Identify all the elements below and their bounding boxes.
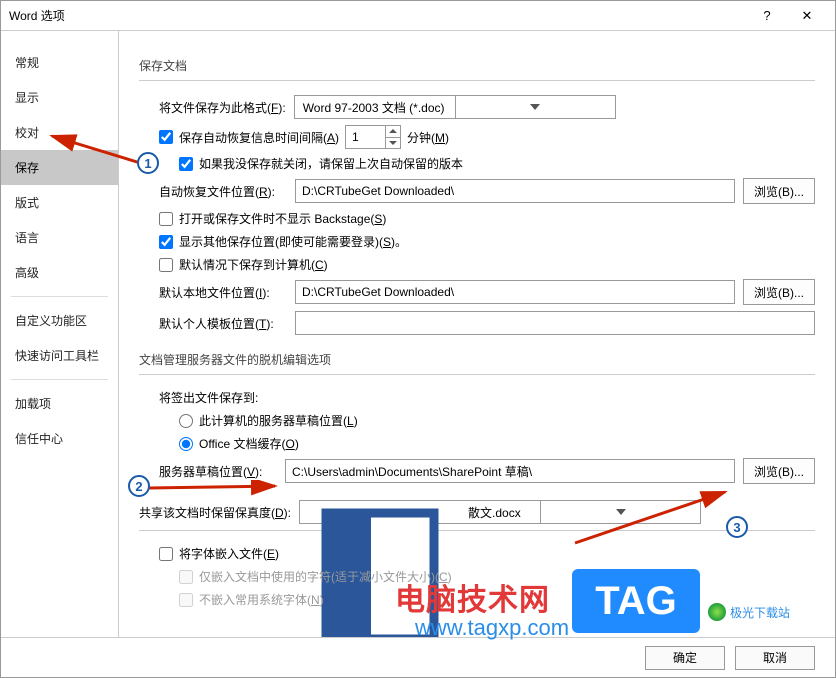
chevron-up-icon[interactable] <box>386 126 400 138</box>
save-local-label: 默认情况下保存到计算机(C) <box>179 256 328 273</box>
site-name: 极光下载站 <box>730 604 790 621</box>
autorecover-checkbox[interactable] <box>159 130 173 144</box>
embed-sysfonts-checkbox <box>179 593 193 607</box>
save-format-value: Word 97-2003 文档 (*.doc) <box>295 99 455 116</box>
section-share-header: 共享该文档时保留保真度(D): <box>139 504 291 521</box>
embed-subset-checkbox <box>179 570 193 584</box>
watermark-site: 极光下载站 <box>708 603 790 621</box>
cancel-button[interactable]: 取消 <box>735 646 815 670</box>
share-doc-select[interactable]: 散文.docx <box>299 500 701 524</box>
office-cache-label: Office 文档缓存(O) <box>199 435 299 452</box>
save-local-checkbox[interactable] <box>159 258 173 272</box>
site-logo-icon <box>708 603 726 621</box>
sidebar-item-trust[interactable]: 信任中心 <box>1 421 118 456</box>
sidebar-item-advanced[interactable]: 高级 <box>1 255 118 290</box>
server-drafts-label: 此计算机的服务器草稿位置(L) <box>199 412 358 429</box>
sidebar-item-proofing[interactable]: 校对 <box>1 115 118 150</box>
autorecover-loc-label: 自动恢复文件位置(R): <box>159 183 287 200</box>
autorecover-loc-input[interactable] <box>295 179 735 203</box>
sidebar-item-qat[interactable]: 快速访问工具栏 <box>1 338 118 373</box>
autorecover-label: 保存自动恢复信息时间间隔(A) <box>179 129 339 146</box>
browse-button-drafts[interactable]: 浏览(B)... <box>743 458 815 484</box>
annotation-marker-1: 1 <box>137 152 159 174</box>
show-other-checkbox[interactable] <box>159 235 173 249</box>
dialog-title: Word 选项 <box>9 7 747 24</box>
sidebar-item-general[interactable]: 常规 <box>1 45 118 80</box>
annotation-marker-2: 2 <box>128 475 150 497</box>
template-loc-label: 默认个人模板位置(T): <box>159 315 287 332</box>
help-button[interactable]: ? <box>747 2 787 30</box>
save-checkout-label: 将签出文件保存到: <box>159 389 258 406</box>
content-panel: 保存文档 将文件保存为此格式(F): Word 97-2003 文档 (*.do… <box>119 31 835 637</box>
save-format-label: 将文件保存为此格式(F): <box>159 99 286 116</box>
office-cache-radio[interactable] <box>179 437 193 451</box>
ok-button[interactable]: 确定 <box>645 646 725 670</box>
section-server-header: 文档管理服务器文件的脱机编辑选项 <box>139 351 815 368</box>
close-button[interactable]: ✕ <box>787 2 827 30</box>
section-divider <box>139 530 815 531</box>
keep-last-label: 如果我没保存就关闭，请保留上次自动保留的版本 <box>199 155 463 172</box>
backstage-checkbox[interactable] <box>159 212 173 226</box>
sidebar-divider <box>11 296 108 297</box>
chevron-down-icon <box>455 96 615 118</box>
sidebar: 常规 显示 校对 保存 版式 语言 高级 自定义功能区 快速访问工具栏 加载项 … <box>1 31 119 637</box>
autorecover-interval-spinner[interactable] <box>345 125 401 149</box>
word-doc-icon <box>300 504 460 520</box>
titlebar: Word 选项 ? ✕ <box>1 1 835 31</box>
sidebar-divider <box>11 379 108 380</box>
minutes-label: 分钟(M) <box>407 129 449 146</box>
sidebar-item-addins[interactable]: 加载项 <box>1 386 118 421</box>
default-loc-input[interactable] <box>295 280 735 304</box>
watermark-tag-badge: TAG <box>572 569 700 633</box>
spinner-buttons[interactable] <box>385 125 401 149</box>
show-other-label: 显示其他保存位置(即使可能需要登录)(S)。 <box>179 233 407 250</box>
section-divider <box>139 374 815 375</box>
browse-button-autorecover[interactable]: 浏览(B)... <box>743 178 815 204</box>
sidebar-item-ribbon[interactable]: 自定义功能区 <box>1 303 118 338</box>
section-divider <box>139 80 815 81</box>
chevron-down-icon <box>540 501 700 523</box>
watermark-url: www.tagxp.com <box>415 615 569 641</box>
server-drafts-radio[interactable] <box>179 414 193 428</box>
draft-loc-label: 服务器草稿位置(V): <box>159 463 277 480</box>
section-save-header: 保存文档 <box>139 57 815 74</box>
dialog-footer: 确定 取消 <box>1 637 835 677</box>
draft-loc-input[interactable] <box>285 459 735 483</box>
watermark-text: 电脑技术网 <box>395 575 550 619</box>
default-loc-label: 默认本地文件位置(I): <box>159 284 287 301</box>
save-format-select[interactable]: Word 97-2003 文档 (*.doc) <box>294 95 616 119</box>
embed-sysfonts-label: 不嵌入常用系统字体(N) <box>199 591 324 608</box>
embed-fonts-checkbox[interactable] <box>159 547 173 561</box>
template-loc-input[interactable] <box>295 311 815 335</box>
chevron-down-icon[interactable] <box>386 138 400 149</box>
backstage-label: 打开或保存文件时不显示 Backstage(S) <box>179 210 386 227</box>
autorecover-interval-input[interactable] <box>345 125 385 149</box>
sidebar-item-language[interactable]: 语言 <box>1 220 118 255</box>
sidebar-item-layout[interactable]: 版式 <box>1 185 118 220</box>
annotation-marker-3: 3 <box>726 516 748 538</box>
share-doc-value: 散文.docx <box>460 504 540 521</box>
sidebar-item-save[interactable]: 保存 <box>1 150 118 185</box>
sidebar-item-display[interactable]: 显示 <box>1 80 118 115</box>
browse-button-default[interactable]: 浏览(B)... <box>743 279 815 305</box>
embed-fonts-label: 将字体嵌入文件(E) <box>179 545 279 562</box>
keep-last-checkbox[interactable] <box>179 157 193 171</box>
